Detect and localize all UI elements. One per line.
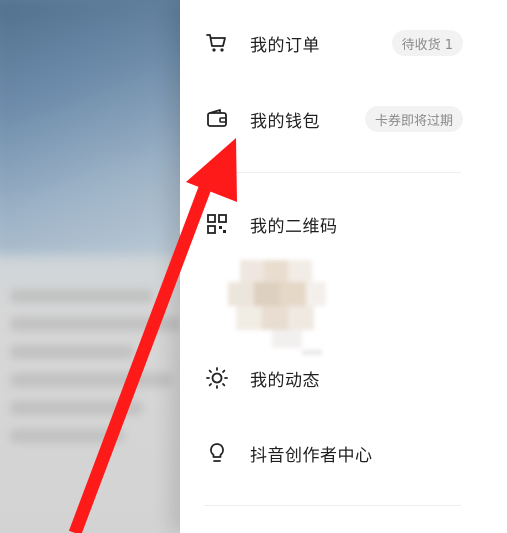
menu-item-moments[interactable]: 我的动态 — [180, 352, 507, 404]
menu-item-label: 我的钱包 — [250, 111, 320, 132]
menu-item-orders[interactable]: 我的订单 待收货 1 — [180, 17, 507, 69]
side-drawer-menu: 我的订单 待收货 1 我的钱包 卡券即将过期 我的二维码 我的动态 抖音创作者中… — [180, 0, 507, 533]
menu-item-qrcode[interactable]: 我的二维码 — [180, 198, 507, 250]
menu-item-label: 抖音创作者中心 — [250, 445, 373, 466]
divider — [204, 172, 461, 173]
menu-item-wallet[interactable]: 我的钱包 卡券即将过期 — [180, 93, 507, 145]
menu-item-label: 我的订单 — [250, 35, 320, 56]
qrcode-icon — [204, 211, 230, 237]
blurred-card — [0, 0, 184, 255]
menu-item-label: 我的二维码 — [250, 216, 338, 237]
status-badge: 卡券即将过期 — [364, 106, 463, 132]
bulb-icon — [204, 440, 230, 466]
cart-icon — [204, 30, 230, 56]
menu-item-label: 我的动态 — [250, 370, 320, 391]
status-badge: 待收货 1 — [391, 30, 463, 56]
divider — [204, 505, 461, 506]
menu-item-creator-center[interactable]: 抖音创作者中心 — [180, 427, 507, 479]
blurred-text-lines — [0, 275, 190, 525]
wallet-icon — [204, 106, 230, 132]
obscured-menu-item — [200, 260, 340, 355]
background-content — [0, 0, 195, 533]
sun-icon — [204, 365, 230, 391]
